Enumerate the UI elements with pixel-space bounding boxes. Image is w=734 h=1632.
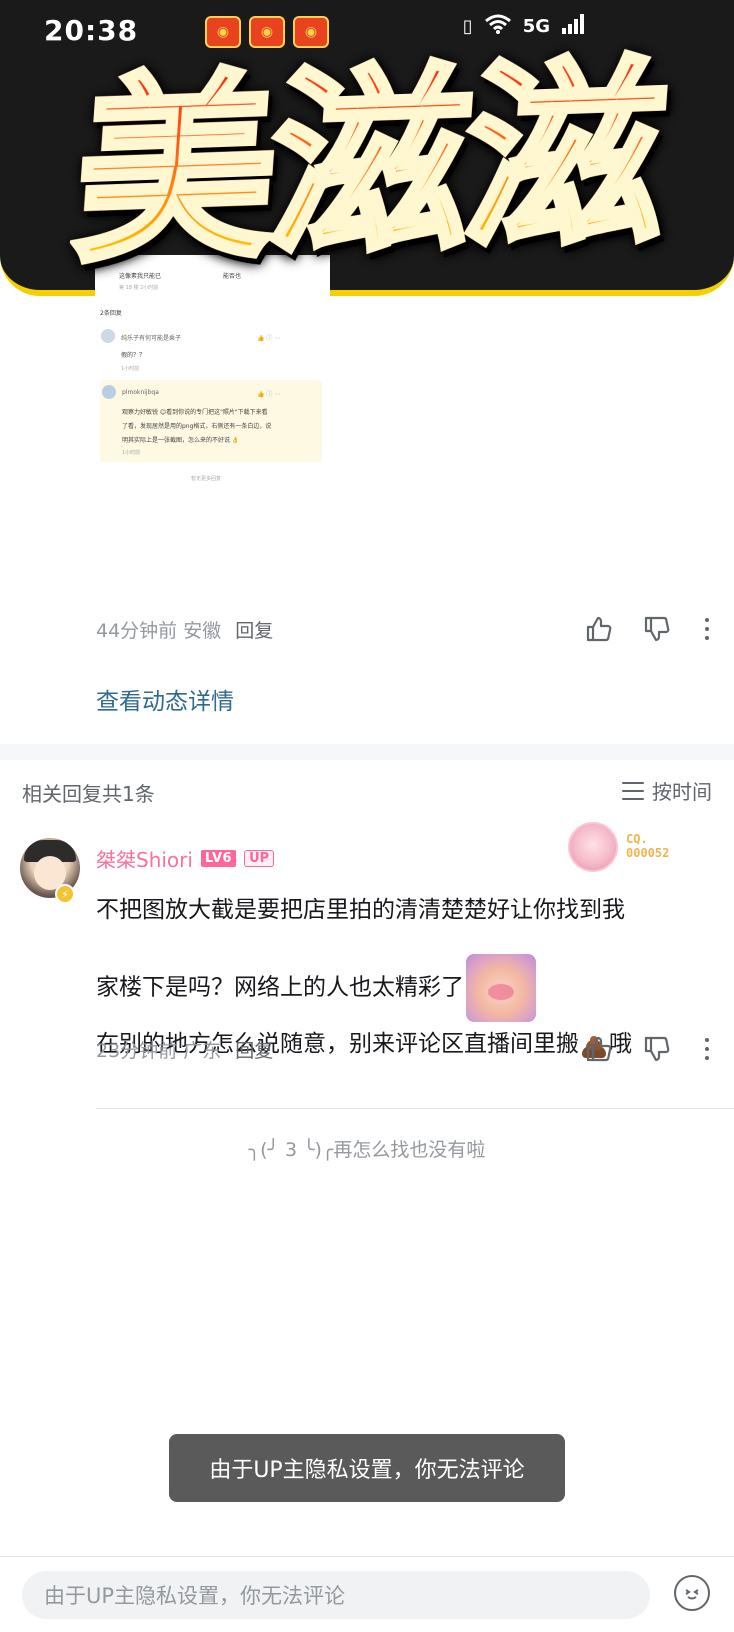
sticker-caption-text: 美滋滋 xyxy=(65,35,671,294)
comment-image[interactable]: 这像素我只能已 能否也 第 18 楼 2小时前 2条回复 纯乐子有何可能是乘子 … xyxy=(95,255,330,495)
embedded-reply1-actions: 👍 ⓘ ⋯ xyxy=(257,335,281,342)
emoji-icon[interactable] xyxy=(674,1575,710,1611)
toast-message: 由于UP主隐私设置，你无法评论 xyxy=(169,1434,565,1502)
embedded-reply2-text-2: 了看，发现居然是用的png格式，右侧还有一条白边，说 xyxy=(122,423,272,430)
reply-meta: 23分钟前 广东 回复 xyxy=(96,1030,716,1068)
comment-bar: 由于UP主隐私设置，你无法评论 xyxy=(0,1556,734,1632)
sticker-emote-icon xyxy=(466,954,536,1022)
like-icon[interactable] xyxy=(584,1034,614,1064)
related-replies-header: 相关回复共1条 按时间 xyxy=(22,776,712,810)
reply-actions xyxy=(584,1030,714,1068)
wifi-icon xyxy=(484,14,511,39)
app-notification-icon: ◉ xyxy=(249,16,285,48)
comment-time-location: 44分钟前 安徽 xyxy=(96,619,222,642)
app-notification-icon: ◉ xyxy=(205,16,241,48)
embedded-reply2-text-1: 观察力好敏锐 😊看到你说的专门把这"照片"下载下来看 xyxy=(122,409,268,416)
reply-button[interactable]: 回复 xyxy=(235,616,273,643)
more-icon[interactable] xyxy=(700,614,714,644)
view-post-detail-link[interactable]: 查看动态详情 xyxy=(96,682,234,716)
embedded-reply2-actions: 👍 ⓘ ⋯ xyxy=(257,391,281,398)
network-type: 5G xyxy=(522,16,550,37)
dislike-icon[interactable] xyxy=(642,614,672,644)
embedded-reply1-sub: 1小时前 xyxy=(121,366,140,372)
signal-icon xyxy=(562,14,584,39)
embedded-reply1-text: 假的？？ xyxy=(121,352,146,359)
reply-item: ⚡ 桀桀Shiori LV6 UP CQ. 000052 不把图放大截是要把店里… xyxy=(0,820,734,1120)
reply-text-line: 不把图放大截是要把店里拍的清清楚楚好让你找到我 xyxy=(96,897,625,923)
fan-badge[interactable]: CQ. 000052 xyxy=(568,820,678,880)
level-badge: LV6 xyxy=(200,850,237,867)
sort-by-time-button[interactable]: 按时间 xyxy=(622,776,712,805)
dislike-icon[interactable] xyxy=(642,1034,672,1064)
sort-label: 按时间 xyxy=(652,780,712,804)
comment-input[interactable]: 由于UP主隐私设置，你无法评论 xyxy=(22,1571,650,1619)
comment-actions xyxy=(584,610,714,648)
embedded-reply2-user: plmoknijbqa xyxy=(122,389,159,396)
fan-badge-number: CQ. 000052 xyxy=(626,832,670,860)
main-comment-meta: 44分钟前 安徽 回复 xyxy=(96,610,716,648)
app-notification-icon: ◉ xyxy=(293,16,329,48)
section-divider xyxy=(0,744,734,760)
embedded-reply1-user: 纯乐子有何可能是乘子 xyxy=(121,335,182,342)
reply-button[interactable]: 回复 xyxy=(235,1036,273,1063)
fan-badge-avatar xyxy=(568,822,618,872)
end-of-list-note: ╮(╯ 3 ╰)╭再怎么找也没有啦 xyxy=(248,1139,486,1161)
reply-time-location: 23分钟前 广东 xyxy=(96,1039,222,1062)
verified-badge-icon: ⚡ xyxy=(55,884,75,904)
reply-divider xyxy=(96,1108,734,1109)
up-badge: UP xyxy=(244,850,275,867)
related-replies-title: 相关回复共1条 xyxy=(22,782,155,806)
reply-header: 桀桀Shiori LV6 UP xyxy=(96,844,275,873)
embedded-footer: 暂无更多回复 xyxy=(191,476,222,482)
username[interactable]: 桀桀Shiori xyxy=(96,844,193,873)
sticker-caption: 美滋滋 xyxy=(8,35,728,294)
sort-icon xyxy=(622,781,644,800)
reply-text-line: 家楼下是吗？网络上的人也太精彩了 xyxy=(96,954,716,1022)
embedded-reply-count: 2条回复 xyxy=(100,310,122,317)
like-icon[interactable] xyxy=(584,614,614,644)
vibrate-icon: ▯ xyxy=(462,16,473,37)
embedded-reply2-card: plmoknijbqa 👍 ⓘ ⋯ 观察力好敏锐 😊看到你说的专门把这"照片"下… xyxy=(100,380,322,462)
status-notification-icons: ◉ ◉ ◉ xyxy=(205,16,329,48)
embedded-reply2-sub: 1小时前 xyxy=(122,450,141,456)
sticker-banner: 20:38 ◉ ◉ ◉ ▯ 5G 美滋滋 xyxy=(0,0,734,300)
status-bar: 20:38 ◉ ◉ ◉ ▯ 5G xyxy=(0,0,734,62)
more-icon[interactable] xyxy=(700,1034,714,1064)
embedded-reply2-text-3: 明其实际上是一张截图，怎么来的不好说 👌 xyxy=(122,437,240,444)
embedded-avatar xyxy=(102,385,116,399)
status-time: 20:38 xyxy=(44,14,139,47)
embedded-avatar xyxy=(101,329,115,343)
status-indicators: ▯ 5G xyxy=(463,14,584,39)
